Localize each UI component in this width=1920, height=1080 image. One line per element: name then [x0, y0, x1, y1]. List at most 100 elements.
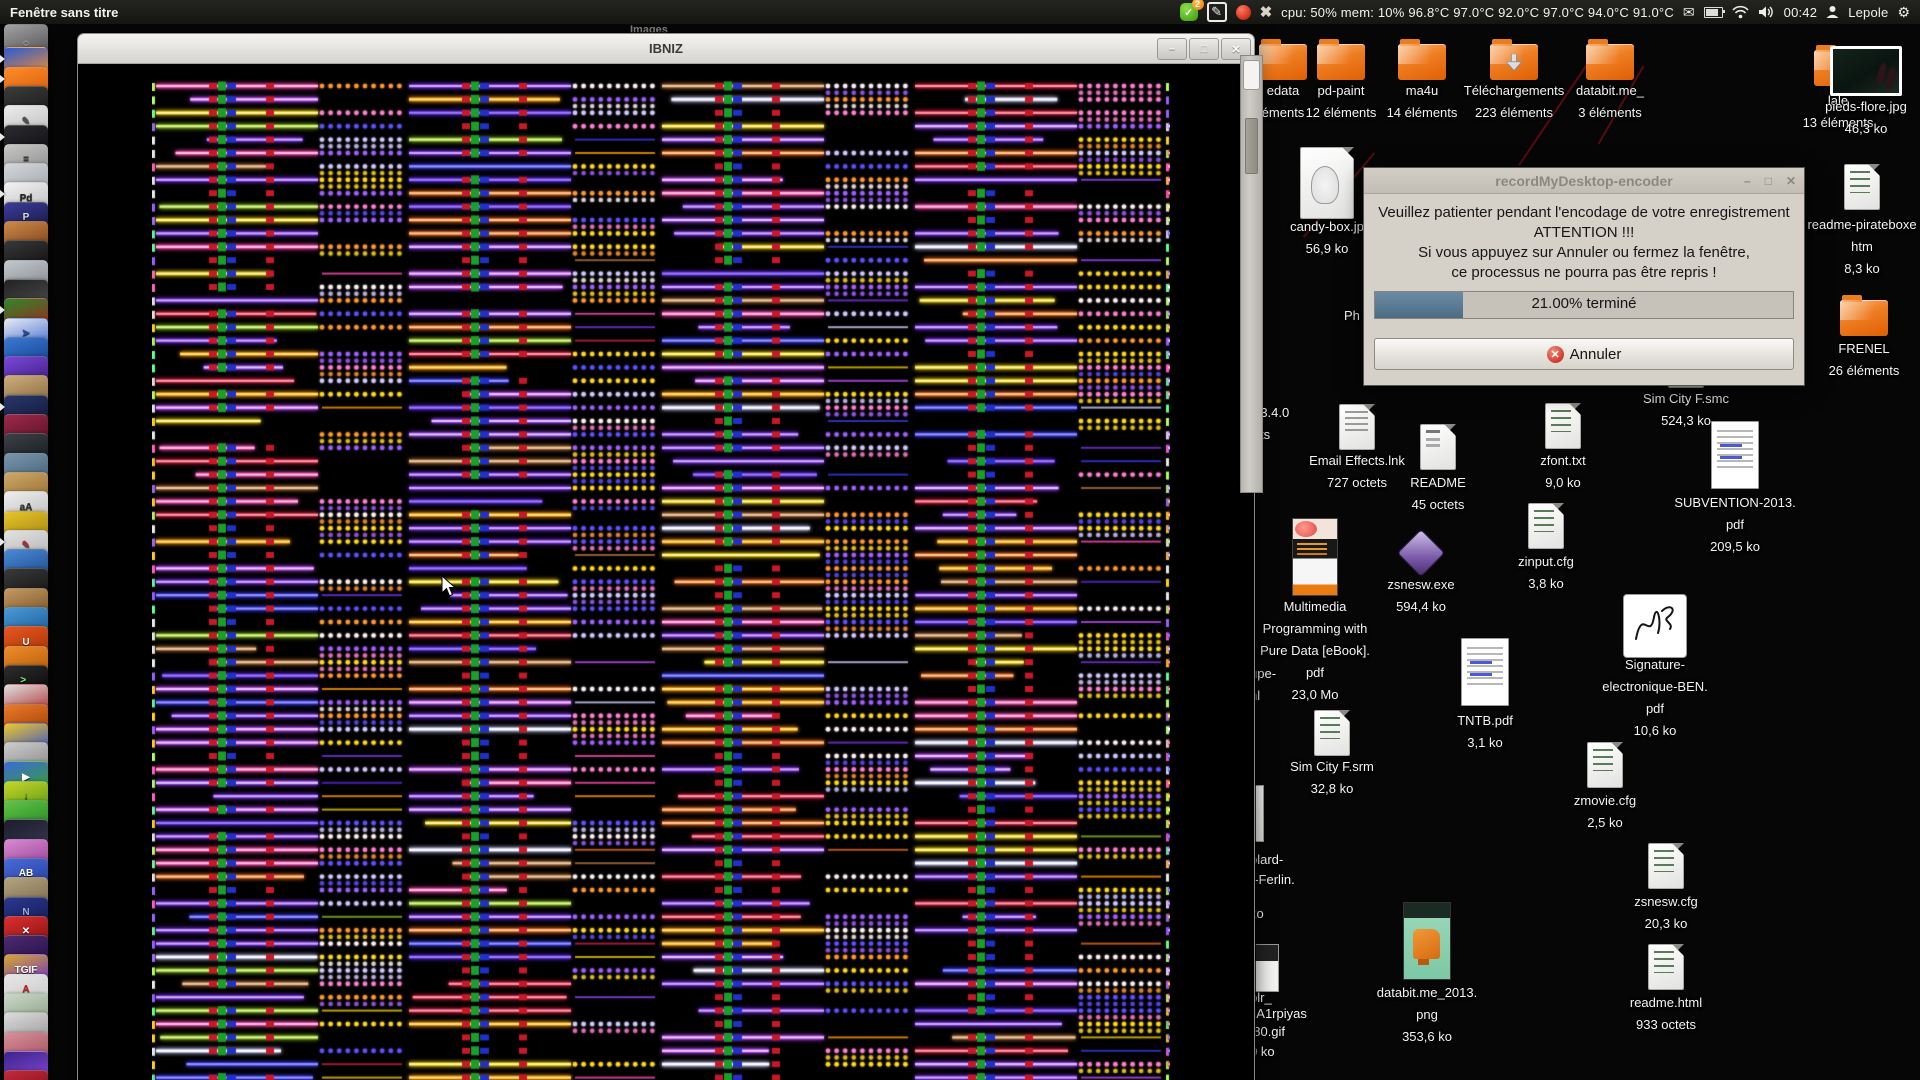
file-signature-pdf[interactable] — [1575, 594, 1735, 658]
file-databit-png-label: databit.me_2013. — [1376, 985, 1478, 1000]
running-indicator-arrow — [0, 74, 9, 83]
folder-databit-me-label: 3 éléments — [1578, 105, 1642, 120]
dialog-maximize-button[interactable]: □ — [1765, 174, 1772, 188]
file-tntb-pdf[interactable] — [1405, 638, 1565, 706]
file-readme-html[interactable] — [1586, 944, 1746, 990]
dialog-minimize-button[interactable]: – — [1744, 174, 1751, 188]
cancel-button[interactable]: ✕ Annuler — [1374, 338, 1794, 370]
file-zsnesw-cfg[interactable] — [1586, 843, 1746, 889]
file-simcity-srm-label: Sim City F.srm — [1290, 759, 1374, 774]
readme-file-icon — [1420, 424, 1456, 470]
image-pieds-flore-label: pieds-flore.jpg — [1825, 99, 1907, 114]
minimize-button[interactable]: – — [1157, 38, 1187, 60]
dialog-message-line: ce processus ne pourra pas être repris ! — [1451, 264, 1717, 281]
file-zsnesw-cfg-label: 20,3 ko — [1644, 916, 1688, 931]
file-multimedia-ebook-label: Programming with — [1262, 621, 1368, 636]
notification-badge: 2 — [1191, 0, 1204, 10]
file-signature-pdf-label: Signature- — [1625, 657, 1685, 672]
text-file-icon — [1587, 742, 1623, 788]
file-signature-pdf-label: electronique-BEN. — [1602, 679, 1708, 694]
compose-icon[interactable]: ✎ — [1206, 2, 1227, 22]
running-indicator-arrow — [0, 190, 9, 199]
volume-icon[interactable] — [1758, 5, 1775, 19]
file-zfont-label: zfont.txt — [1540, 453, 1586, 468]
image-pieds-flore[interactable] — [1786, 46, 1920, 96]
file-subvention-pdf-label: pdf — [1725, 517, 1745, 532]
wifi-icon[interactable] — [1732, 5, 1749, 19]
file-zfont-label: 9,0 ko — [1545, 475, 1581, 490]
messenger-icon[interactable]: ✓ 2 — [1179, 0, 1204, 21]
file-zmovie-cfg-label: 2,5 ko — [1587, 815, 1623, 830]
file-simcity-srm[interactable] — [1252, 710, 1412, 756]
text-file-icon — [1844, 164, 1880, 210]
running-indicator-arrow — [0, 306, 9, 315]
running-indicator-arrow — [0, 402, 9, 411]
record-indicator-icon[interactable] — [1235, 4, 1251, 20]
background-window-scrollbar[interactable] — [1240, 55, 1263, 493]
executable-icon — [1396, 528, 1446, 578]
pdf-thumbnail — [1461, 638, 1509, 706]
progress-label: 21.00% terminé — [1531, 295, 1637, 312]
dock-item-iz-app[interactable]: IZ — [4, 1070, 48, 1080]
partial-label: Ph — [1344, 308, 1360, 323]
file-subvention-pdf-label: 209,5 ko — [1710, 539, 1760, 554]
file-multimedia-ebook-label: Pure Data [eBook]. — [1260, 643, 1370, 658]
encoding-progress-bar: 21.00% terminé — [1374, 291, 1794, 319]
folder-databit-me[interactable] — [1530, 36, 1690, 80]
ibniz-titlebar[interactable]: IBNIZ – □ ✕ — [78, 34, 1254, 64]
file-databit-png-label: png — [1416, 1007, 1438, 1022]
clock[interactable]: 00:42 — [1784, 5, 1818, 20]
gear-icon[interactable]: ⚙ — [1897, 4, 1910, 21]
scrollbar-thumb[interactable] — [1245, 118, 1258, 174]
poster-thumbnail — [1403, 902, 1451, 980]
file-databit-png-label: 353,6 ko — [1402, 1029, 1452, 1044]
running-indicator-arrow — [0, 537, 9, 546]
text-file-icon — [1528, 503, 1564, 549]
system-stats: cpu: 50% mem: 10% 96.8°C 97.0°C 92.0°C 9… — [1281, 4, 1674, 20]
dialog-message-line: Veuillez patienter pendant l'encodage de… — [1378, 204, 1790, 221]
user-name[interactable]: Lepole — [1848, 5, 1888, 20]
file-signature-pdf-label: 10,6 ko — [1633, 723, 1677, 738]
dialog-message-line: ATTENTION !!! — [1533, 224, 1635, 241]
file-simcity-smc-label: Sim City F.smc — [1643, 391, 1729, 406]
dialog-titlebar[interactable]: recordMyDesktop-encoder – □ ✕ — [1364, 168, 1804, 194]
file-simcity-srm-label: 32,8 ko — [1310, 781, 1354, 796]
file-zsnesw-cfg-label: zsnesw.cfg — [1634, 894, 1698, 909]
text-file-icon — [1648, 843, 1684, 889]
file-signature-pdf-label: pdf — [1645, 701, 1665, 716]
mouse-cursor — [441, 575, 457, 597]
maximize-button[interactable]: □ — [1189, 38, 1219, 60]
active-window-title: Fenêtre sans titre — [10, 4, 119, 20]
file-databit-png[interactable] — [1347, 902, 1507, 980]
dialog-message-line: Si vous appuyez sur Annuler ou fermez la… — [1418, 244, 1750, 261]
text-file-icon — [1545, 403, 1581, 449]
image-pieds-flore-label: 46,3 ko — [1844, 121, 1888, 136]
recordmydesktop-encoder-dialog: recordMyDesktop-encoder – □ ✕ Veuillez p… — [1363, 167, 1805, 386]
battery-icon[interactable] — [1703, 6, 1725, 18]
file-zinput-cfg[interactable] — [1466, 503, 1626, 549]
file-zmovie-cfg-label: zmovie.cfg — [1573, 793, 1637, 808]
cancel-x-icon: ✕ — [1546, 345, 1564, 363]
ibniz-window: IBNIZ – □ ✕ — [77, 33, 1255, 1080]
file-subvention-pdf-label: SUBVENTION-2013. — [1674, 495, 1796, 510]
folder-icon — [1586, 39, 1634, 80]
launcher-dock: ◌✎=PdP➤aA✎U>_▶↓ABN✕TGIFAIZ::rip — [0, 24, 54, 1080]
photo-thumbnail — [1830, 46, 1902, 96]
dialog-close-button[interactable]: ✕ — [1786, 174, 1796, 188]
folder-databit-me-label: databit.me_ — [1576, 83, 1644, 98]
desktop: edata éments pd-paint 12 éléments ma4u 14 élé… — [0, 0, 1920, 1080]
file-readme-html-label: 933 octets — [1636, 1017, 1696, 1032]
scrollbar-top-box — [1243, 60, 1260, 90]
image-document-icon — [1300, 147, 1354, 219]
mail-icon[interactable]: ✉ — [1683, 4, 1695, 21]
file-zmovie-cfg[interactable] — [1525, 742, 1685, 788]
pdf-thumbnail — [1711, 421, 1759, 489]
signature-thumbnail — [1623, 594, 1687, 658]
running-indicator-arrow — [0, 132, 9, 141]
file-zinput-cfg-label: 3,8 ko — [1528, 576, 1564, 591]
dialog-title: recordMyDesktop-encoder — [1495, 172, 1673, 189]
file-subvention-pdf[interactable] — [1655, 421, 1815, 489]
x-app-icon[interactable]: ✖ — [1260, 3, 1273, 21]
file-zinput-cfg-label: zinput.cfg — [1518, 554, 1574, 569]
top-panel: Fenêtre sans titre ✓ 2 ✎ ✖ cpu: 50% mem: … — [0, 0, 1920, 24]
